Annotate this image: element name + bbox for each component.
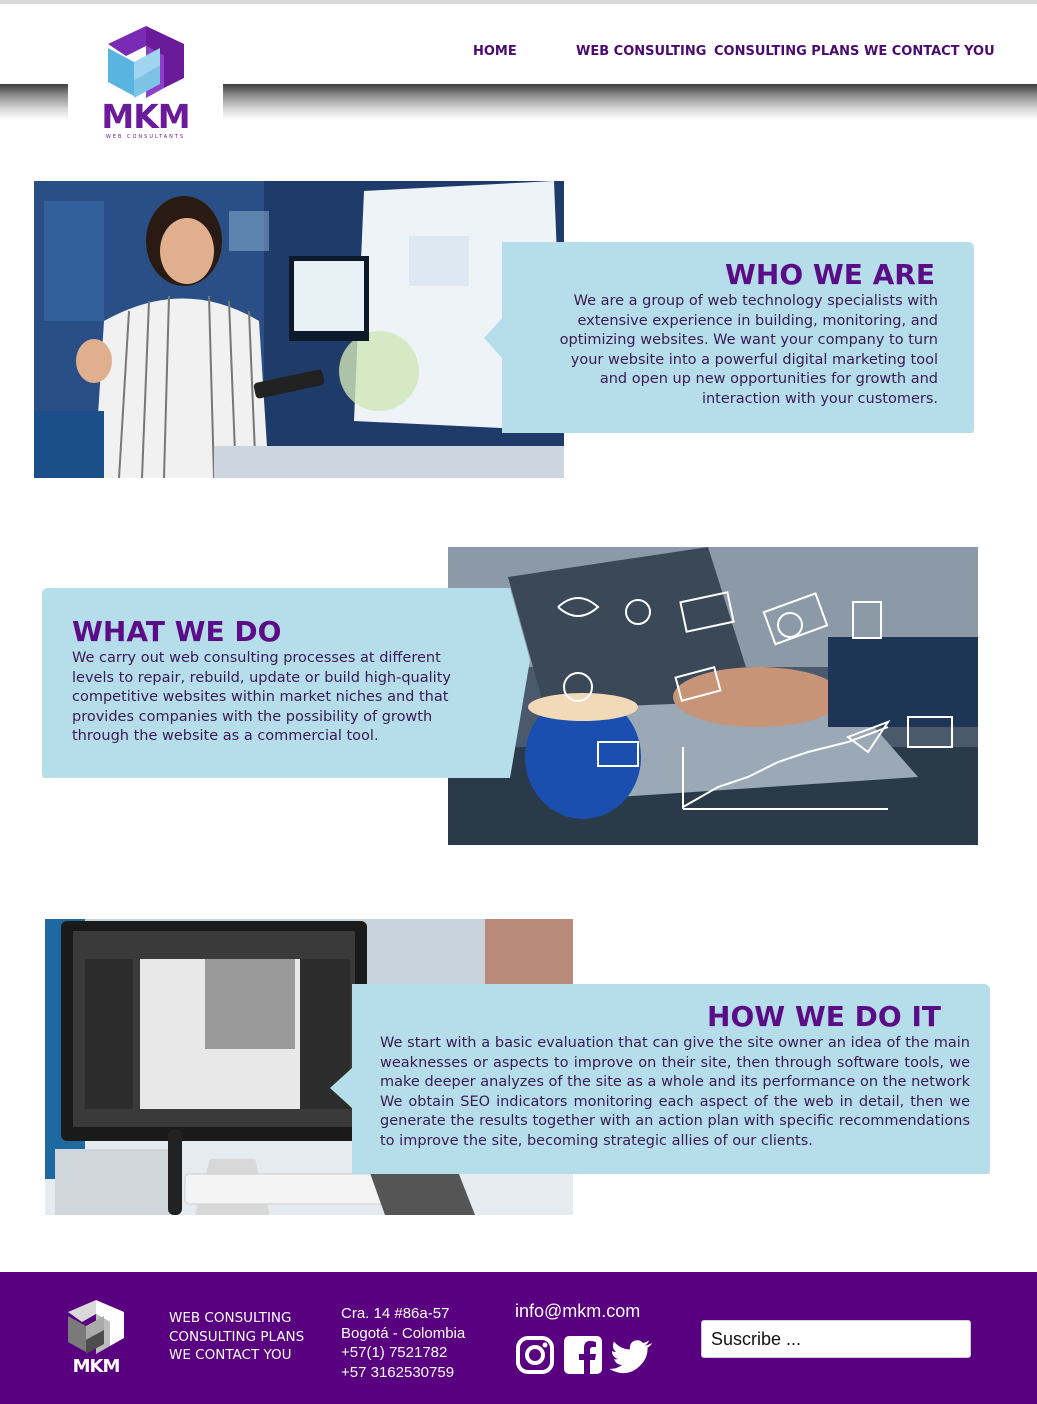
twitter-icon[interactable] [610,1334,652,1376]
site-footer: MKM WEB CONSULTING CONSULTING PLANS WE C… [0,1272,1037,1404]
nav-web-consulting[interactable]: WEB CONSULTING [576,44,706,59]
what-we-do-photo [448,547,978,845]
how-we-do-it-text: We start with a basic evaluation that ca… [380,1035,970,1149]
address-city: Bogotá - Colombia [341,1324,466,1342]
who-we-are-card: WHO WE ARE We are a group of web technol… [484,242,974,433]
site-logo[interactable]: MKM WEB CONSULTANTS [68,16,223,144]
who-we-are-photo [34,181,564,478]
nav-consulting-plans[interactable]: CONSULTING PLANS [714,44,859,59]
nav-we-contact-you[interactable]: WE CONTACT YOU [864,44,995,59]
logo-cube-icon [108,26,184,98]
footer-link-we-contact-you[interactable]: WE CONTACT YOU [169,1346,304,1365]
footer-email[interactable]: info@mkm.com [515,1301,640,1322]
what-we-do-text: We carry out web consulting processes at… [72,650,451,744]
svg-text:MKM: MKM [73,1356,120,1377]
nav-home[interactable]: HOME [473,44,517,59]
facebook-icon[interactable] [563,1334,603,1376]
footer-link-consulting-plans[interactable]: CONSULTING PLANS [169,1328,304,1347]
footer-link-web-consulting[interactable]: WEB CONSULTING [169,1309,304,1328]
subscribe-input[interactable] [701,1320,971,1358]
logo-wordmark: MKM [101,97,190,136]
instagram-icon[interactable] [515,1334,555,1376]
address-phone: +57(1) 7521782 [341,1344,448,1361]
how-we-do-it-card: HOW WE DO IT We start with a basic evalu… [330,984,990,1174]
footer-logo-icon[interactable]: MKM [64,1300,128,1380]
footer-links: WEB CONSULTING CONSULTING PLANS WE CONTA… [169,1309,304,1365]
what-we-do-card: WHAT WE DO We carry out web consulting p… [42,588,530,778]
how-we-do-it-title: HOW WE DO IT [707,1000,941,1033]
logo-tagline: WEB CONSULTANTS [105,134,186,140]
footer-address: Cra. 14 #86a-57 Bogotá - Colombia +57(1)… [341,1304,465,1382]
address-street: Cra. 14 #86a-57 [341,1305,450,1322]
who-we-are-text: We are a group of web technology special… [559,293,938,407]
what-we-do-title: WHAT WE DO [72,615,282,648]
address-mobile: +57 3162530759 [341,1363,455,1381]
who-we-are-title: WHO WE ARE [725,258,935,291]
